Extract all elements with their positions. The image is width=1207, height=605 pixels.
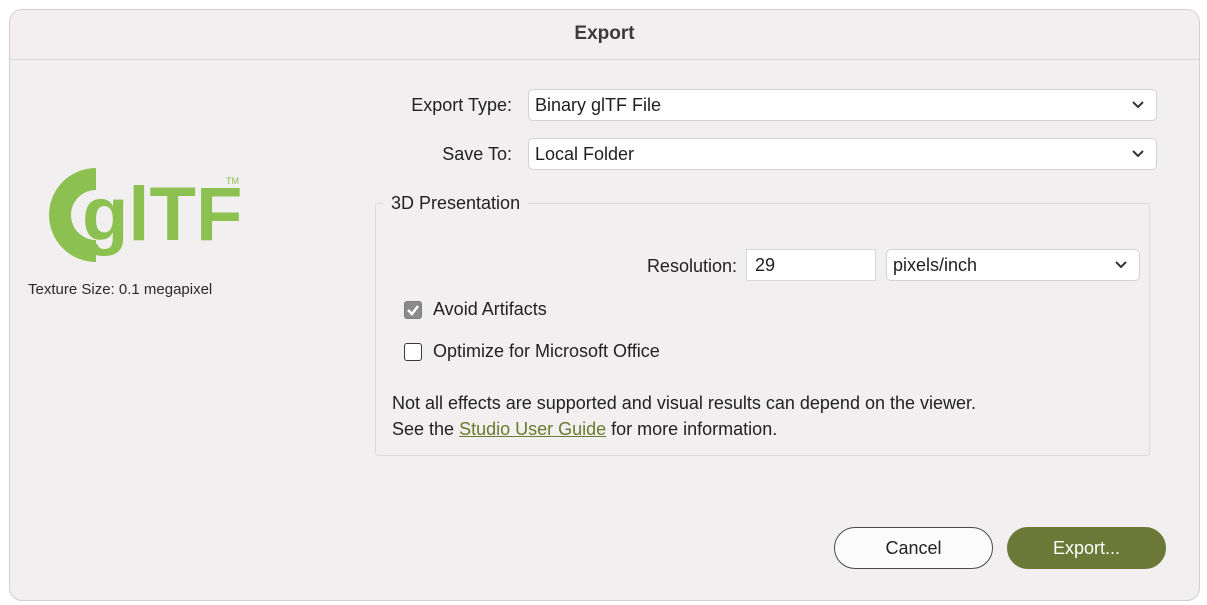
avoid-artifacts-label: Avoid Artifacts <box>433 299 547 319</box>
texture-size-label: Texture Size: 0.1 megapixel <box>28 281 213 298</box>
logo-tm: TM <box>226 176 239 186</box>
optimize-office-checkbox[interactable] <box>404 343 422 361</box>
logo-text: glTF <box>82 172 242 257</box>
resolution-value: 29 <box>755 255 776 275</box>
title-bar: Export <box>10 10 1199 60</box>
avoid-artifacts-checkbox[interactable] <box>404 301 422 319</box>
save-to-label: Save To: <box>442 144 512 164</box>
cancel-button[interactable]: Cancel <box>834 527 993 569</box>
note-line-2: See the Studio User Guide for more infor… <box>392 416 976 442</box>
export-type-select[interactable]: Binary glTF File <box>528 89 1157 121</box>
optimize-office-label: Optimize for Microsoft Office <box>433 341 660 361</box>
save-to-value: Local Folder <box>535 144 635 164</box>
gltf-logo: glTF TM <box>49 168 242 262</box>
resolution-input[interactable]: 29 <box>746 249 876 281</box>
note-suffix: for more information. <box>606 419 778 439</box>
chevron-down-icon <box>1132 150 1144 158</box>
note-prefix: See the <box>392 419 460 439</box>
chevron-down-icon <box>1132 101 1144 109</box>
export-button[interactable]: Export... <box>1007 527 1166 569</box>
resolution-label: Resolution: <box>646 256 737 276</box>
chevron-down-icon <box>1115 261 1127 269</box>
studio-user-guide-link[interactable]: Studio User Guide <box>459 419 606 439</box>
presentation-group-title: 3D Presentation <box>383 193 529 214</box>
checkmark-icon <box>407 305 419 316</box>
compatibility-note: Not all effects are supported and visual… <box>392 390 976 442</box>
resolution-unit-value: pixels/inch <box>893 255 978 275</box>
note-line-1: Not all effects are supported and visual… <box>392 393 977 413</box>
export-type-value: Binary glTF File <box>535 95 662 115</box>
save-to-select[interactable]: Local Folder <box>528 138 1157 170</box>
dialog-title: Export <box>574 23 635 44</box>
export-type-label: Export Type: <box>411 95 512 115</box>
resolution-unit-select[interactable]: pixels/inch <box>886 249 1140 281</box>
